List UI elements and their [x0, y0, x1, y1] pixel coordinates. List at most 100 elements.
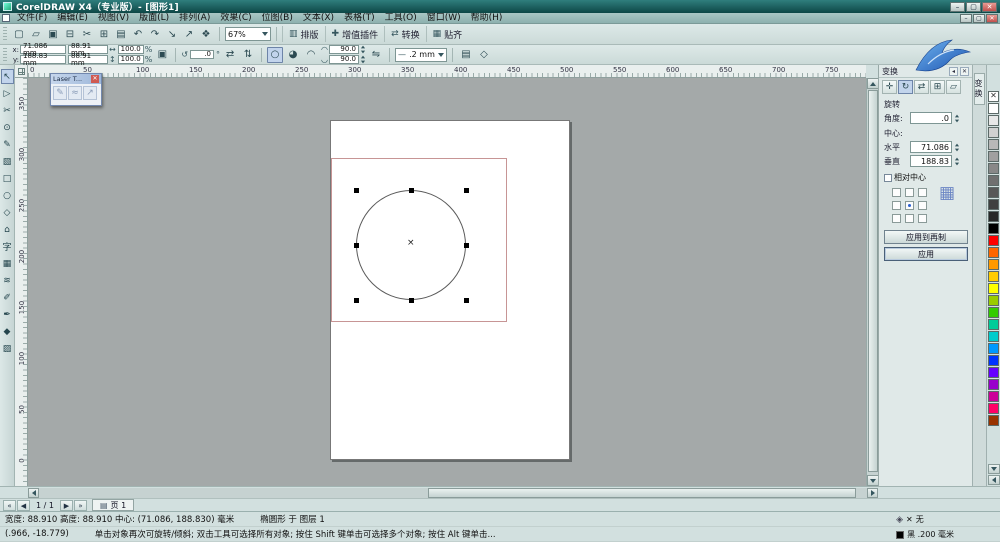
color-swatch[interactable]	[988, 139, 999, 150]
color-swatch[interactable]	[988, 151, 999, 162]
color-swatch[interactable]	[988, 223, 999, 234]
color-swatch[interactable]	[988, 343, 999, 354]
color-swatch[interactable]	[988, 115, 999, 126]
laser-toolbar-close-button[interactable]: ✕	[91, 75, 99, 83]
last-page-button[interactable]: »	[73, 499, 87, 511]
toolbar-grip[interactable]	[3, 47, 7, 62]
polygon-tool[interactable]: ◇	[1, 205, 14, 220]
color-swatch[interactable]	[988, 391, 999, 402]
anchor-cell[interactable]	[892, 214, 901, 223]
center-horizontal-input[interactable]: 71.086	[910, 141, 952, 153]
color-swatch[interactable]	[988, 199, 999, 210]
menu-layout[interactable]: 版面(L)	[134, 13, 174, 24]
selection-handle[interactable]	[409, 188, 414, 193]
menu-window[interactable]: 窗口(W)	[422, 13, 466, 24]
crop-tool[interactable]: ✂	[1, 103, 14, 118]
menu-table[interactable]: 表格(T)	[339, 13, 380, 24]
color-swatch[interactable]	[988, 331, 999, 342]
anchor-cell-selected[interactable]	[905, 201, 914, 210]
color-swatch[interactable]	[988, 103, 999, 114]
color-swatch[interactable]	[988, 211, 999, 222]
color-swatch[interactable]	[988, 403, 999, 414]
pie-mode-button[interactable]: ◕	[285, 47, 301, 63]
next-page-button[interactable]: ▶	[59, 499, 73, 511]
table-tool[interactable]: ▦	[1, 256, 14, 271]
color-swatch[interactable]	[988, 247, 999, 258]
spinner[interactable]	[954, 143, 960, 152]
snap-button[interactable]: ▦ 贴齐	[425, 26, 469, 42]
color-swatch[interactable]	[988, 367, 999, 378]
no-color-swatch[interactable]	[988, 91, 999, 102]
spinner[interactable]	[360, 55, 366, 64]
menu-bitmaps[interactable]: 位图(B)	[257, 13, 298, 24]
anchor-cell[interactable]	[905, 214, 914, 223]
menu-view[interactable]: 视图(V)	[93, 13, 134, 24]
menu-file[interactable]: 文件(F)	[12, 13, 52, 24]
ruler-origin[interactable]	[15, 65, 28, 78]
color-swatch[interactable]	[988, 379, 999, 390]
save-icon[interactable]: ▣	[45, 26, 61, 42]
blend-tool[interactable]: ≋	[1, 273, 14, 288]
object-height-input[interactable]: 88.91 mm	[68, 52, 108, 66]
shape-tool[interactable]: ▷	[1, 86, 14, 101]
plugins-button[interactable]: ✚ 增值插件	[324, 26, 385, 42]
laser-pen-icon[interactable]: ✎	[53, 86, 67, 100]
vertical-scrollbar[interactable]	[866, 78, 879, 486]
text-tool[interactable]: 字	[1, 239, 14, 254]
scroll-right-button[interactable]	[867, 488, 878, 498]
freehand-tool[interactable]: ✎	[1, 137, 14, 152]
menu-tools[interactable]: 工具(O)	[380, 13, 422, 24]
color-swatch[interactable]	[988, 127, 999, 138]
menu-help[interactable]: 帮助(H)	[466, 13, 508, 24]
selection-handle[interactable]	[464, 243, 469, 248]
position-tab[interactable]: ✛	[882, 80, 897, 94]
selection-handle[interactable]	[464, 188, 469, 193]
lock-ratio-icon[interactable]: ▣	[154, 47, 170, 63]
scale-v-input[interactable]: 100.0	[117, 55, 144, 64]
paste-icon[interactable]: ▤	[113, 26, 129, 42]
color-swatch[interactable]	[988, 319, 999, 330]
menu-text[interactable]: 文本(X)	[298, 13, 339, 24]
laser-floating-toolbar[interactable]: Laser T... ✕ ✎ ≈ ↗	[50, 73, 102, 106]
scale-h-input[interactable]: 100.0	[117, 45, 144, 54]
smart-fill-tool[interactable]: ▧	[1, 154, 14, 169]
export-icon[interactable]: ↗	[181, 26, 197, 42]
interactive-fill-tool[interactable]: ▨	[1, 341, 14, 356]
palette-scroll-down-button[interactable]	[988, 464, 1000, 474]
new-document-icon[interactable]: ▢	[11, 26, 27, 42]
convert-to-curves-button[interactable]: ◇	[476, 47, 492, 63]
scale-mirror-tab[interactable]: ⇄	[914, 80, 929, 94]
convert-button[interactable]: ⇄ 转换	[384, 26, 426, 42]
menu-effects[interactable]: 效果(C)	[215, 13, 256, 24]
undo-icon[interactable]: ↶	[130, 26, 146, 42]
apply-button[interactable]: 应用	[884, 247, 968, 261]
color-swatch[interactable]	[988, 283, 999, 294]
angle-input[interactable]: .0	[910, 112, 952, 124]
spinner[interactable]	[360, 45, 366, 54]
anchor-cell[interactable]	[905, 188, 914, 197]
color-swatch[interactable]	[988, 415, 999, 426]
horizontal-ruler[interactable]: 0 50 100 150 200 250 300 350 400 450 500 550 600 650 7…	[28, 65, 866, 78]
color-swatch[interactable]	[988, 355, 999, 366]
redo-icon[interactable]: ↷	[147, 26, 163, 42]
selection-handle[interactable]	[354, 298, 359, 303]
menu-arrange[interactable]: 排列(A)	[174, 13, 215, 24]
anchor-cell[interactable]	[918, 214, 927, 223]
color-swatch[interactable]	[988, 259, 999, 270]
apply-to-duplicate-button[interactable]: 应用到再制	[884, 230, 968, 244]
spinner[interactable]	[954, 114, 960, 123]
skew-tab[interactable]: ▱	[946, 80, 961, 94]
basic-shapes-tool[interactable]: ⌂	[1, 222, 14, 237]
horizontal-scrollbar[interactable]	[28, 488, 878, 498]
horizontal-scrollbar-thumb[interactable]	[428, 488, 856, 498]
rotation-angle-input[interactable]: .0	[190, 50, 215, 59]
layout-button[interactable]: ▥ 排版	[282, 26, 325, 42]
maximize-button[interactable]: ▢	[966, 1, 981, 12]
previous-page-button[interactable]: ◀	[17, 499, 30, 511]
anchor-cell[interactable]	[892, 188, 901, 197]
eyedropper-tool[interactable]: ✐	[1, 290, 14, 305]
color-swatch[interactable]	[988, 175, 999, 186]
color-swatch[interactable]	[988, 235, 999, 246]
vertical-ruler[interactable]: 350 300 250 200 150 100 50 0	[15, 78, 28, 486]
palette-expand-button[interactable]	[988, 475, 1000, 485]
